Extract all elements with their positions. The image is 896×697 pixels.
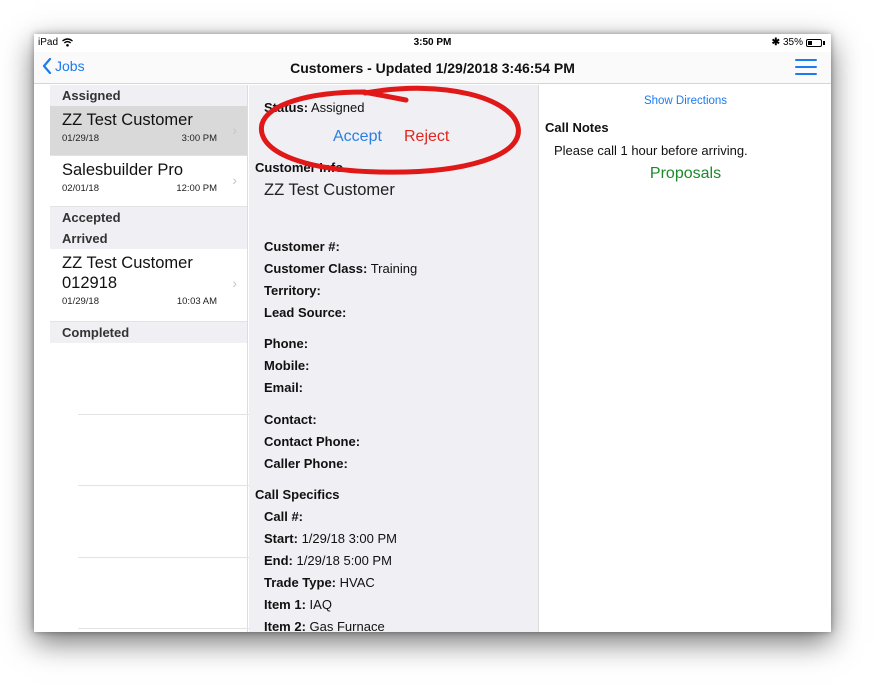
- start-value: 1/29/18 3:00 PM: [301, 531, 397, 546]
- bluetooth-icon: ✱: [771, 37, 780, 48]
- caller-phone-label: Caller Phone:: [264, 456, 348, 471]
- status-bar: iPad 3:50 PM ✱ 35%: [34, 34, 831, 52]
- section-header-assigned: Assigned: [50, 85, 247, 106]
- status-time: 3:50 PM: [413, 37, 452, 48]
- job-detail-pane: Status: Assigned Accept Reject Customer …: [249, 85, 539, 632]
- reject-button[interactable]: Reject: [404, 128, 449, 146]
- customer-class-value: Training: [370, 261, 418, 276]
- separator: [78, 628, 264, 629]
- section-header-arrived: Arrived: [50, 228, 247, 249]
- item2-value: Gas Furnace: [309, 619, 385, 632]
- trade-type-value: HVAC: [339, 575, 375, 590]
- page-title: Customers - Updated 1/29/2018 3:46:54 PM: [290, 60, 575, 76]
- status-row: Status: Assigned: [264, 100, 364, 115]
- end-value: 1/29/18 5:00 PM: [296, 553, 392, 568]
- battery-fill: [808, 40, 813, 45]
- hamburger-menu-icon[interactable]: [795, 59, 817, 77]
- battery-percent: 35%: [782, 37, 803, 48]
- jobs-list: Assigned ZZ Test Customer 01/29/18 3:00 …: [50, 85, 264, 632]
- section-header-completed: Completed: [50, 322, 247, 343]
- email-label: Email:: [264, 380, 304, 395]
- customer-info-header: Customer Info: [255, 160, 344, 175]
- separator: [78, 485, 264, 486]
- item2-label: Item 2:: [264, 619, 306, 632]
- job-title: ZZ Test Customer: [62, 111, 193, 129]
- section-header-accepted: Accepted: [50, 207, 247, 228]
- chevron-right-icon: ›: [232, 172, 237, 188]
- item1-label: Item 1:: [264, 597, 306, 612]
- chevron-right-icon: ›: [232, 275, 237, 291]
- job-date: 01/29/18: [62, 296, 99, 307]
- job-title-line1: ZZ Test Customer: [62, 254, 193, 272]
- job-cell[interactable]: ZZ Test Customer 01/29/18 3:00 PM ›: [50, 106, 247, 156]
- chevron-right-icon: ›: [232, 122, 237, 138]
- navigation-bar: Jobs Customers - Updated 1/29/2018 3:46:…: [34, 52, 831, 84]
- job-date: 02/01/18: [62, 183, 99, 194]
- job-time: 10:03 AM: [176, 296, 217, 307]
- mobile-label: Mobile:: [264, 358, 310, 373]
- end-label: End:: [264, 553, 293, 568]
- job-cell[interactable]: ZZ Test Customer 012918 01/29/18 10:03 A…: [50, 249, 247, 322]
- battery-tip: [823, 40, 825, 45]
- separator: [78, 557, 264, 558]
- status-label: Status:: [264, 100, 309, 115]
- battery-icon: [806, 38, 822, 47]
- contact-label: Contact:: [264, 412, 317, 427]
- customer-number-label: Customer #:: [264, 239, 340, 254]
- job-title-line2: 012918: [62, 274, 118, 292]
- job-time: 3:00 PM: [181, 133, 217, 144]
- proposals-button[interactable]: Proposals: [540, 165, 831, 183]
- status-right: ✱ 35%: [772, 37, 825, 48]
- job-cell[interactable]: Salesbuilder Pro 02/01/18 12:00 PM ›: [50, 156, 247, 207]
- start-label: Start:: [264, 531, 298, 546]
- ipad-screen: iPad 3:50 PM ✱ 35% Jobs Customers - Upda…: [34, 34, 831, 632]
- item1-value: IAQ: [309, 597, 332, 612]
- job-date: 01/29/18: [62, 133, 99, 144]
- job-title: Salesbuilder Pro: [62, 161, 184, 179]
- trade-type-label: Trade Type:: [264, 575, 337, 590]
- call-specifics-header: Call Specifics: [255, 487, 340, 502]
- show-directions-link[interactable]: Show Directions: [540, 95, 831, 107]
- call-notes-label: Call Notes: [545, 120, 609, 135]
- lead-source-label: Lead Source:: [264, 305, 347, 320]
- call-number-label: Call #:: [264, 509, 304, 524]
- customer-name: ZZ Test Customer: [264, 181, 395, 199]
- territory-label: Territory:: [264, 283, 321, 298]
- contact-phone-label: Contact Phone:: [264, 434, 361, 449]
- notes-pane: Show Directions Call Notes Please call 1…: [540, 85, 831, 632]
- phone-label: Phone:: [264, 336, 309, 351]
- call-notes-text: Please call 1 hour before arriving.: [554, 143, 748, 158]
- status-value: Assigned: [310, 100, 365, 115]
- separator: [78, 414, 264, 415]
- job-time: 12:00 PM: [176, 183, 217, 194]
- customer-class-label: Customer Class:: [264, 261, 368, 276]
- accept-button[interactable]: Accept: [333, 128, 382, 146]
